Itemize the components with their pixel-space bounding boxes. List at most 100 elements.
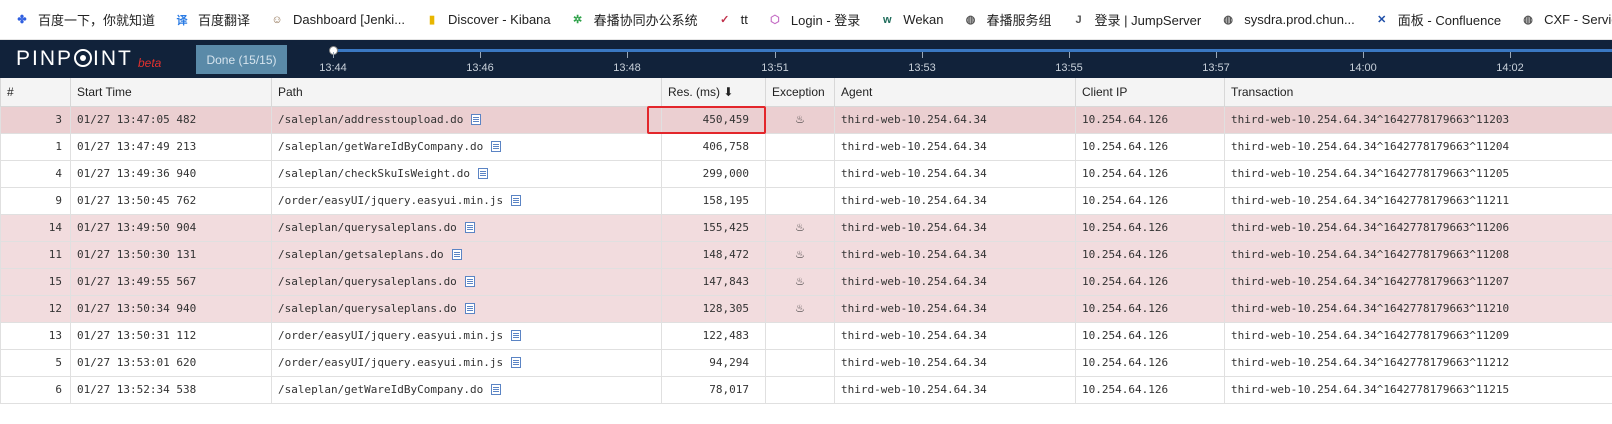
col-header-path[interactable]: Path (271, 78, 662, 107)
cell-path[interactable]: /saleplan/querysaleplans.do (271, 213, 662, 242)
cell-path[interactable]: /saleplan/getsaleplans.do (271, 240, 662, 269)
document-icon[interactable] (511, 330, 522, 341)
wekan-icon: w (883, 13, 892, 26)
table-row[interactable]: 15 01/27 13:49:55 567/saleplan/querysalep… (0, 267, 1612, 296)
cell-path[interactable]: /order/easyUI/jquery.easyui.min.js (271, 321, 662, 350)
path-text[interactable]: /order/easyUI/jquery.easyui.min.js (278, 194, 503, 207)
table-row[interactable]: 4 01/27 13:49:36 940/saleplan/checkSkuIsW… (0, 159, 1612, 188)
bookmark-item[interactable]: ◍ sysdra.prod.chun... (1220, 6, 1354, 34)
col-header-agent[interactable]: Agent (834, 78, 1076, 107)
timeline-tick (1510, 52, 1511, 58)
timeline-tick (333, 52, 334, 58)
document-icon[interactable] (464, 303, 475, 314)
col-header-client-ip[interactable]: Client IP (1075, 78, 1225, 107)
bookmark-item[interactable]: ✤ 百度一下，你就知道 (14, 6, 155, 34)
path-text[interactable]: /saleplan/getWareIdByCompany.do (278, 140, 483, 153)
cell-exception: ♨ (765, 267, 835, 296)
path-text[interactable]: /saleplan/addresstoupload.do (278, 113, 463, 126)
cell-path[interactable]: /saleplan/addresstoupload.do (271, 105, 662, 134)
cell-path[interactable]: /saleplan/checkSkuIsWeight.do (271, 159, 662, 188)
timeline-tick-label: 14:00 (1349, 62, 1377, 74)
jumpserver-icon: J (1075, 13, 1082, 26)
transaction-table: # Start Time Path Res. (ms) ⬇ Exception … (0, 78, 1612, 404)
document-icon[interactable] (478, 168, 489, 179)
timeline-bar[interactable] (333, 49, 1612, 52)
path-text[interactable]: /order/easyUI/jquery.easyui.min.js (278, 329, 503, 342)
cell-num: 15 (0, 267, 71, 296)
table-row[interactable]: 13 01/27 13:50:31 112/order/easyUI/jquery… (0, 321, 1612, 350)
bookmark-label: 登录 | JumpServer (1094, 13, 1202, 28)
cell-agent: third-web-10.254.64.34 (834, 375, 1076, 404)
bookmark-item[interactable]: ◍ CXF - Service list (1520, 6, 1612, 34)
col-header-transaction[interactable]: Transaction (1224, 78, 1612, 107)
document-icon[interactable] (491, 141, 502, 152)
cell-client-ip: 10.254.64.126 (1075, 186, 1225, 215)
path-text[interactable]: /saleplan/querysaleplans.do (278, 221, 457, 234)
cell-client-ip: 10.254.64.126 (1075, 105, 1225, 134)
bookmark-item[interactable]: ☺ Dashboard [Jenki... (269, 6, 405, 34)
document-icon[interactable] (451, 249, 462, 260)
pinpoint-logo[interactable]: PINP INT (16, 47, 133, 71)
document-icon[interactable] (471, 114, 482, 125)
table-row[interactable]: 5 01/27 13:53:01 620/order/easyUI/jquery.… (0, 348, 1612, 377)
document-icon[interactable] (464, 222, 475, 233)
cell-path[interactable]: /saleplan/getWareIdByCompany.do (271, 375, 662, 404)
cell-exception: ♨ (765, 240, 835, 269)
path-text[interactable]: /order/easyUI/jquery.easyui.min.js (278, 356, 503, 369)
bookmark-label: Dashboard [Jenki... (293, 12, 406, 27)
table-row[interactable]: 12 01/27 13:50:34 940/saleplan/querysalep… (0, 294, 1612, 323)
cell-client-ip: 10.254.64.126 (1075, 213, 1225, 242)
table-row[interactable]: 1 01/27 13:47:49 213/saleplan/getWareIdBy… (0, 132, 1612, 161)
document-icon[interactable] (464, 276, 475, 287)
bookmark-item[interactable]: ✕ 面板 - Confluence (1374, 6, 1501, 34)
bookmark-item[interactable]: ▮ Discover - Kibana (424, 6, 551, 34)
table-row[interactable]: 9 01/27 13:50:45 762/order/easyUI/jquery.… (0, 186, 1612, 215)
cell-path[interactable]: /order/easyUI/jquery.easyui.min.js (271, 348, 662, 377)
document-icon[interactable] (491, 384, 502, 395)
cell-num: 3 (0, 105, 71, 134)
document-icon[interactable] (511, 357, 522, 368)
path-text[interactable]: /saleplan/getsaleplans.do (278, 248, 444, 261)
cell-client-ip: 10.254.64.126 (1075, 159, 1225, 188)
path-text[interactable]: /saleplan/checkSkuIsWeight.do (278, 167, 470, 180)
col-header-res[interactable]: Res. (ms) ⬇ (661, 78, 766, 107)
path-text[interactable]: /saleplan/querysaleplans.do (278, 275, 457, 288)
path-text[interactable]: /saleplan/getWareIdByCompany.do (278, 383, 483, 396)
cell-res-ms: 406,758 (661, 132, 766, 161)
col-header-start-time[interactable]: Start Time (70, 78, 272, 107)
checkmark-icon: ✓ (720, 14, 730, 26)
bookmark-item[interactable]: ✓ tt (717, 6, 748, 34)
timeline-tick-label: 13:55 (1055, 62, 1083, 74)
bookmark-item[interactable]: 译百度翻译 (174, 6, 251, 34)
bookmark-item[interactable]: w Wekan (879, 6, 944, 34)
bookmark-item[interactable]: ⬡ Login - 登录 (767, 6, 860, 34)
cell-exception (765, 321, 835, 350)
cell-num: 5 (0, 348, 71, 377)
col-header-exception[interactable]: Exception (765, 78, 835, 107)
cell-start-time: 01/27 13:47:05 482 (70, 105, 272, 134)
cell-res-ms: 155,425 (661, 213, 766, 242)
bookmark-item[interactable]: ✲ 春播协同办公系统 (570, 6, 698, 34)
done-button[interactable]: Done (15/15) (196, 45, 287, 74)
cell-client-ip: 10.254.64.126 (1075, 267, 1225, 296)
table-row[interactable]: 11 01/27 13:50:30 131/saleplan/getsalepla… (0, 240, 1612, 269)
timeline-tick (922, 52, 923, 58)
table-row[interactable]: 3 01/27 13:47:05 482/saleplan/addresstoup… (0, 105, 1612, 134)
bookmark-item[interactable]: J 登录 | JumpServer (1071, 6, 1202, 34)
cell-path[interactable]: /saleplan/getWareIdByCompany.do (271, 132, 662, 161)
bookmark-item[interactable]: ◍ 春播服务组 (963, 6, 1052, 34)
table-row[interactable]: 14 01/27 13:49:50 904/saleplan/querysalep… (0, 213, 1612, 242)
cell-path[interactable]: /order/easyUI/jquery.easyui.min.js (271, 186, 662, 215)
cell-num: 6 (0, 375, 71, 404)
table-row[interactable]: 6 01/27 13:52:34 538/saleplan/getWareIdBy… (0, 375, 1612, 404)
cell-start-time: 01/27 13:49:50 904 (70, 213, 272, 242)
cell-path[interactable]: /saleplan/querysaleplans.do (271, 267, 662, 296)
cell-transaction: third-web-10.254.64.34^1642778179663^112… (1224, 132, 1612, 161)
cell-res-ms: 128,305 (661, 294, 766, 323)
timeline-tick (1216, 52, 1217, 58)
cell-agent: third-web-10.254.64.34 (834, 240, 1076, 269)
cell-path[interactable]: /saleplan/querysaleplans.do (271, 294, 662, 323)
path-text[interactable]: /saleplan/querysaleplans.do (278, 302, 457, 315)
document-icon[interactable] (511, 195, 522, 206)
col-header-num[interactable]: # (0, 78, 71, 107)
